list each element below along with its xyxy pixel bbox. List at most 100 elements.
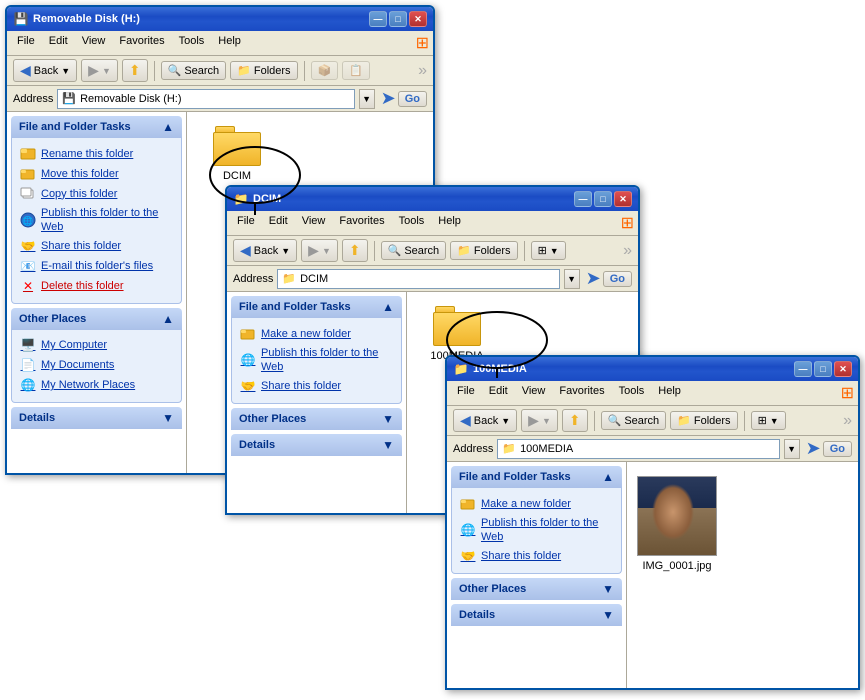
address-dropdown-3[interactable]: ▼ [784, 439, 800, 459]
folders-button-3[interactable]: 📁 Folders [670, 411, 737, 430]
panel-link-email-1[interactable]: 📧 E-mail this folder's files [20, 257, 173, 277]
maximize-button-2[interactable]: □ [594, 191, 612, 207]
back-label-3: Back [474, 415, 498, 427]
panel-link-share-1[interactable]: 🤝 Share this folder [20, 237, 173, 257]
panel-link-copy-1[interactable]: Copy this folder [20, 184, 173, 204]
go-button-3[interactable]: Go [823, 441, 852, 457]
panel-header-other-1[interactable]: Other Places ▲ [11, 308, 182, 330]
go-arrow-icon-2: ➤ [586, 268, 601, 289]
panel-link-mynetwork-1[interactable]: 🌐 My Network Places [20, 376, 173, 396]
search-label-2: Search [404, 245, 439, 257]
panel-link-share-3[interactable]: 🤝 Share this folder [460, 547, 613, 567]
folder-item-dcim[interactable]: DCIM [197, 122, 277, 186]
maximize-button-1[interactable]: □ [389, 11, 407, 27]
minimize-button-2[interactable]: — [574, 191, 592, 207]
address-dropdown-2[interactable]: ▼ [564, 269, 580, 289]
back-button-1[interactable]: ◀ Back ▼ [13, 59, 77, 82]
forward-button-3[interactable]: ▶ ▼ [521, 409, 558, 432]
menu-bar-3: File Edit View Favorites Tools Help ⊞ [447, 381, 858, 406]
menu-tools-2[interactable]: Tools [393, 213, 431, 233]
folder-icon-100media [433, 306, 481, 346]
toolbar-more-3: » [843, 412, 852, 430]
panel-header-file-tasks-2[interactable]: File and Folder Tasks ▲ [231, 296, 402, 318]
window-title-1: Removable Disk (H:) [33, 13, 140, 25]
panel-link-move-1[interactable]: Move this folder [20, 164, 173, 184]
title-bar-buttons-3: — □ ✕ [794, 361, 852, 377]
view-button-2[interactable]: ⊞ ▼ [531, 241, 566, 260]
back-button-2[interactable]: ◀ Back ▼ [233, 239, 297, 262]
up-button-3[interactable]: ⬆ [562, 409, 588, 432]
menu-file-2[interactable]: File [231, 213, 261, 233]
panel-header-file-tasks-3[interactable]: File and Folder Tasks ▲ [451, 466, 622, 488]
copy-to-button-1[interactable]: 📋 [342, 61, 370, 80]
folders-button-2[interactable]: 📁 Folders [450, 241, 517, 260]
folders-label-3: Folders [694, 415, 731, 427]
forward-button-2[interactable]: ▶ ▼ [301, 239, 338, 262]
search-button-3[interactable]: 🔍 Search [601, 411, 667, 430]
menu-edit-3[interactable]: Edit [483, 383, 514, 403]
menu-edit-2[interactable]: Edit [263, 213, 294, 233]
xp-logo-1: ⊞ [416, 33, 429, 53]
minimize-button-1[interactable]: — [369, 11, 387, 27]
address-input-3[interactable]: 📁 100MEDIA [497, 439, 779, 459]
up-button-2[interactable]: ⬆ [342, 239, 368, 262]
panel-link-rename-1[interactable]: Rename this folder [20, 144, 173, 164]
view-button-3[interactable]: ⊞ ▼ [751, 411, 786, 430]
panel-header-other-3[interactable]: Other Places ▼ [451, 578, 622, 600]
go-button-2[interactable]: Go [603, 271, 632, 287]
move-to-button-1[interactable]: 📦 [311, 61, 339, 80]
folders-button-1[interactable]: 📁 Folders [230, 61, 297, 80]
minimize-button-3[interactable]: — [794, 361, 812, 377]
panel-link-mydocs-1[interactable]: 📄 My Documents [20, 356, 173, 376]
address-input-1[interactable]: 💾 Removable Disk (H:) [57, 89, 354, 109]
panel-header-file-tasks-1[interactable]: File and Folder Tasks ▲ [11, 116, 182, 138]
close-button-3[interactable]: ✕ [834, 361, 852, 377]
toolbar-1: ◀ Back ▼ ▶ ▼ ⬆ 🔍 Search 📁 Folders 📦 📋 » [7, 56, 433, 86]
panel-header-other-2[interactable]: Other Places ▼ [231, 408, 402, 430]
newfolder-icon-3 [460, 496, 476, 512]
share-label-2: Share this folder [261, 379, 341, 393]
address-input-2[interactable]: 📁 DCIM [277, 269, 559, 289]
window-100media[interactable]: 📁 100MEDIA — □ ✕ File Edit View Favorite… [445, 355, 860, 690]
panel-link-delete-1[interactable]: ✕ Delete this folder [20, 277, 173, 297]
panel-header-details-3[interactable]: Details ▼ [451, 604, 622, 626]
menu-help-3[interactable]: Help [652, 383, 687, 403]
title-bar-left-1: 💾 Removable Disk (H:) [13, 11, 140, 27]
panel-link-newfolder-2[interactable]: Make a new folder [240, 324, 393, 344]
forward-button-1[interactable]: ▶ ▼ [81, 59, 118, 82]
share-label-3: Share this folder [481, 549, 561, 563]
menu-edit-1[interactable]: Edit [43, 33, 74, 53]
panel-header-details-1[interactable]: Details ▼ [11, 407, 182, 429]
panel-link-newfolder-3[interactable]: Make a new folder [460, 494, 613, 514]
title-bar-left-2: 📁 DCIM [233, 191, 281, 207]
address-dropdown-1[interactable]: ▼ [359, 89, 375, 109]
menu-view-1[interactable]: View [76, 33, 112, 53]
close-button-2[interactable]: ✕ [614, 191, 632, 207]
menu-favorites-2[interactable]: Favorites [333, 213, 390, 233]
panel-link-mycomputer-1[interactable]: 🖥️ My Computer [20, 336, 173, 356]
image-item-img0001[interactable]: IMG_0001.jpg [637, 472, 717, 576]
close-button-1[interactable]: ✕ [409, 11, 427, 27]
search-button-1[interactable]: 🔍 Search [161, 61, 227, 80]
menu-favorites-1[interactable]: Favorites [113, 33, 170, 53]
menu-tools-3[interactable]: Tools [613, 383, 651, 403]
folders-icon-1: 📁 [237, 64, 251, 77]
panel-link-publish-3[interactable]: 🌐 Publish this folder to the Web [460, 514, 613, 547]
menu-view-3[interactable]: View [516, 383, 552, 403]
back-button-3[interactable]: ◀ Back ▼ [453, 409, 517, 432]
search-button-2[interactable]: 🔍 Search [381, 241, 447, 260]
panel-link-publish-2[interactable]: 🌐 Publish this folder to the Web [240, 344, 393, 377]
panel-link-share-2[interactable]: 🤝 Share this folder [240, 377, 393, 397]
menu-help-2[interactable]: Help [432, 213, 467, 233]
menu-help-1[interactable]: Help [212, 33, 247, 53]
menu-view-2[interactable]: View [296, 213, 332, 233]
menu-file-3[interactable]: File [451, 383, 481, 403]
panel-header-details-2[interactable]: Details ▼ [231, 434, 402, 456]
maximize-button-3[interactable]: □ [814, 361, 832, 377]
go-button-1[interactable]: Go [398, 91, 427, 107]
menu-file-1[interactable]: File [11, 33, 41, 53]
up-button-1[interactable]: ⬆ [122, 59, 148, 82]
panel-link-publish-1[interactable]: 🌐 Publish this folder to the Web [20, 204, 173, 237]
menu-tools-1[interactable]: Tools [173, 33, 211, 53]
menu-favorites-3[interactable]: Favorites [553, 383, 610, 403]
